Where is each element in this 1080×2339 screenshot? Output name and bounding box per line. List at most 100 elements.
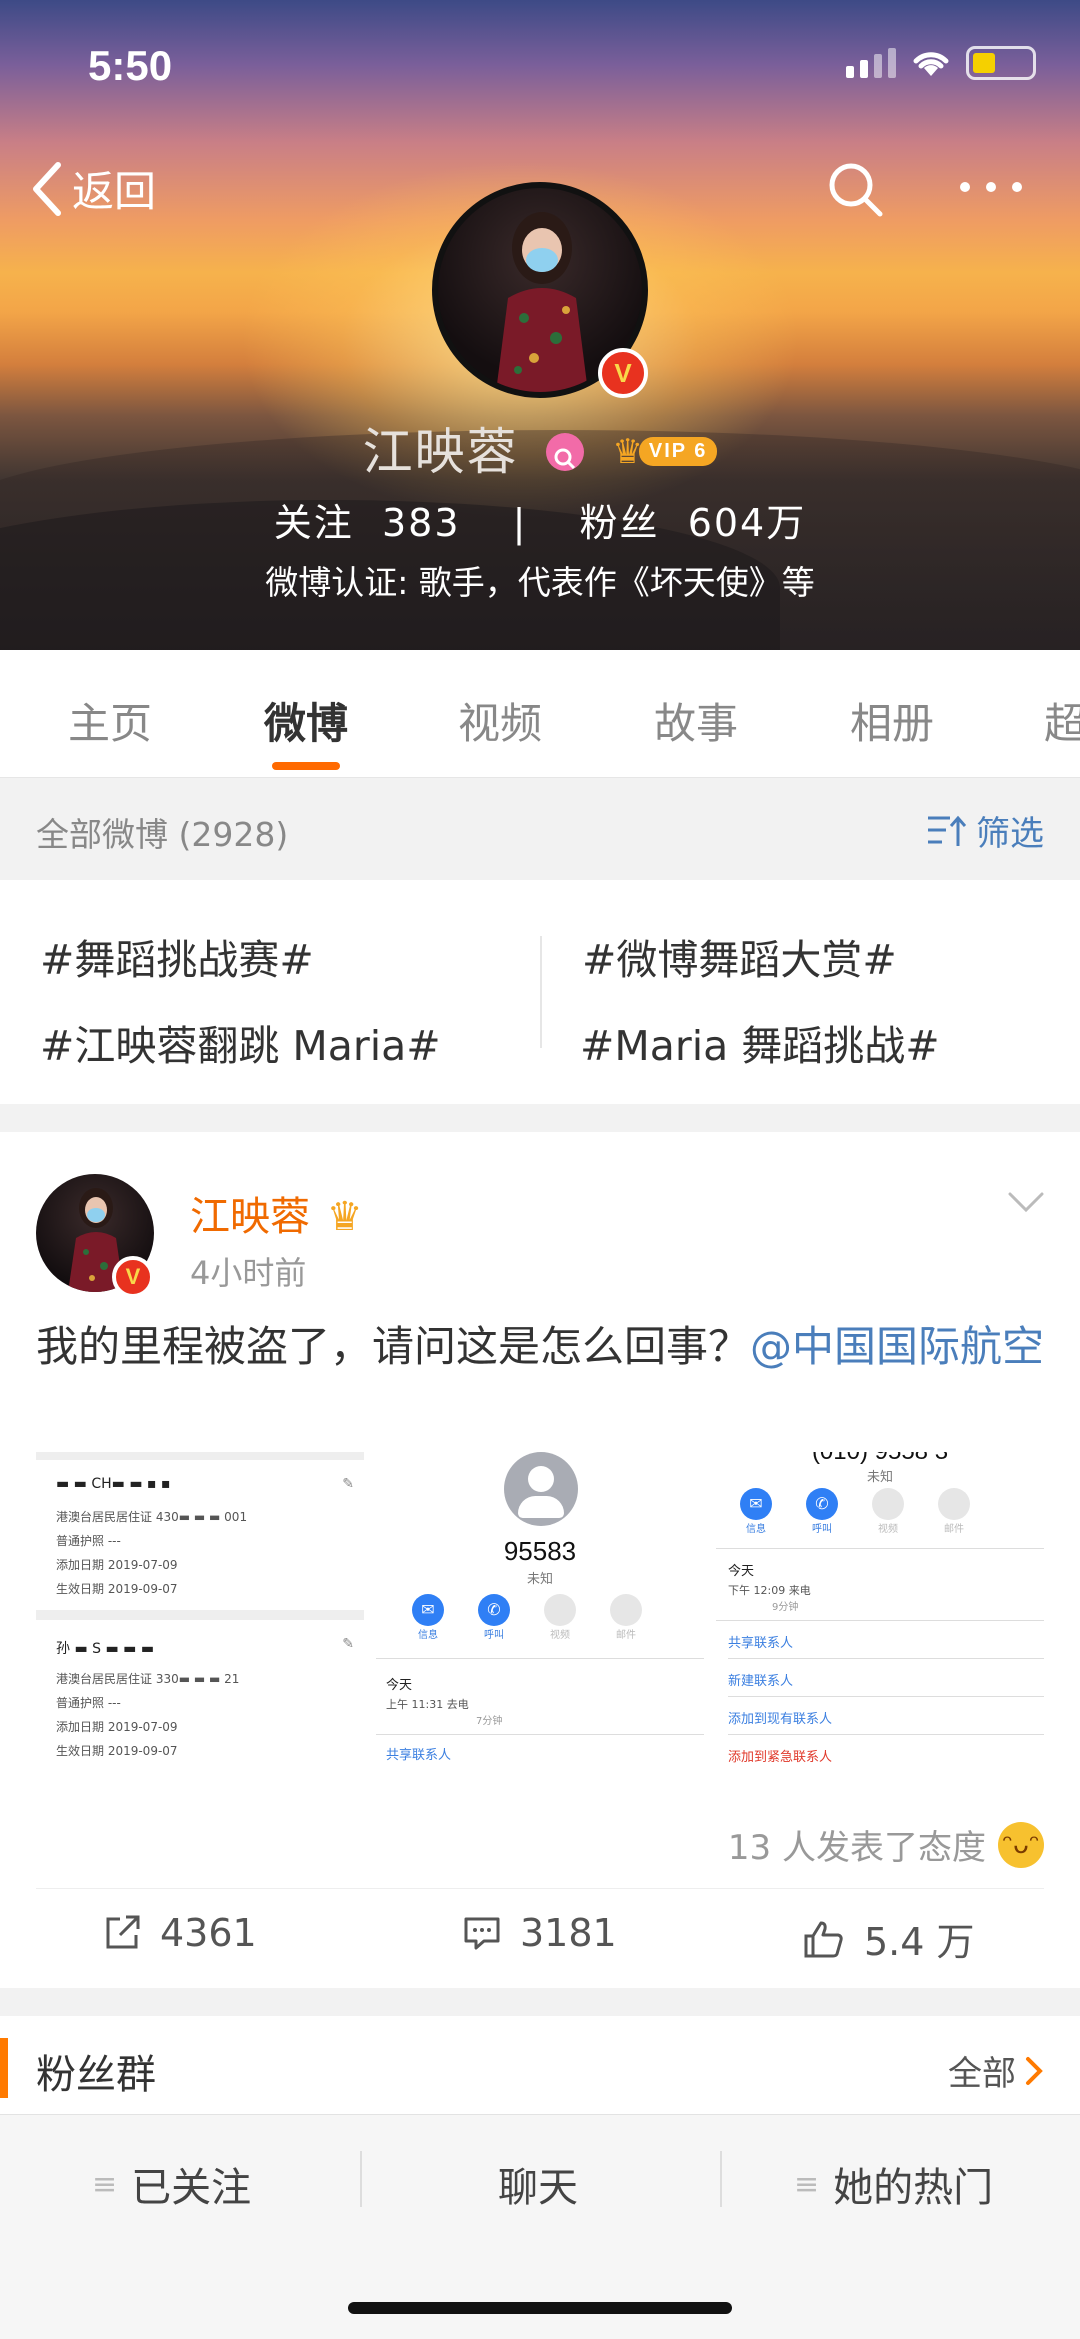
edit-icon: ✎	[342, 1636, 354, 1652]
her-hot-button[interactable]: ≡ 她的热门	[794, 2155, 993, 2213]
all-label: 全部	[948, 2054, 1016, 2094]
section-accent-bar	[0, 2038, 8, 2098]
fans-group-section: 粉丝群 全部	[0, 2016, 1080, 2122]
share-icon	[106, 1915, 140, 1949]
divider	[360, 2151, 362, 2207]
chevron-down-icon[interactable]	[1006, 1190, 1046, 1214]
tab-story[interactable]: 故事	[654, 690, 738, 751]
tab-weibo[interactable]: 微博	[264, 690, 348, 751]
image-text: 添加到现有联系人	[728, 1712, 833, 1727]
image-text: 共享联系人	[386, 1748, 452, 1763]
vip-badge: ♛ VIP 6	[612, 432, 718, 472]
image-text: 未知	[866, 1470, 893, 1485]
tab-album[interactable]: 相册	[850, 690, 934, 751]
following-label: 关注	[273, 501, 354, 545]
post-actions: 4361 3181 5.4 万	[36, 1888, 1044, 1988]
fans-stat[interactable]: 粉丝 604万	[580, 501, 807, 545]
image-text: 9分钟	[772, 1602, 799, 1613]
profile-name-row: 江映蓉 ♛ VIP 6	[0, 412, 1080, 484]
chat-label: 聊天	[498, 2165, 578, 2211]
profile-name: 江映蓉	[362, 423, 519, 481]
search-icon[interactable]	[826, 160, 886, 220]
post-author-name: 江映蓉	[190, 1194, 310, 1240]
comment-button[interactable]: 3181	[462, 1911, 617, 1955]
profile-stats: 关注 383 | 粉丝 604万	[0, 492, 1080, 547]
follow-button[interactable]: ≡ 已关注	[92, 2155, 251, 2213]
verification-text: 微博认证: 歌手，代表作《坏天使》等	[265, 563, 815, 602]
fans-group-title: 粉丝群	[36, 2052, 156, 2098]
repost-button[interactable]: 4361	[102, 1911, 257, 1955]
topic-item[interactable]: #舞蹈挑战赛#	[40, 926, 314, 986]
crown-icon: ♛	[326, 1194, 363, 1240]
image-text: 未知	[526, 1572, 553, 1587]
divider	[720, 2151, 722, 2207]
image-text: 普通护照 ---	[56, 1696, 121, 1710]
image-text: 添加日期 2019-07-09	[56, 1720, 178, 1734]
profile-header: 5:50 返回 V 江映蓉 ♛ VIP 6 关注 383 | 粉丝 604万 微…	[0, 0, 1080, 650]
female-icon	[546, 432, 585, 471]
back-button[interactable]: 返回	[30, 158, 156, 219]
repost-count: 4361	[160, 1911, 257, 1955]
active-tab-indicator	[272, 762, 340, 770]
image-text: 生效日期 2019-09-07	[56, 1744, 178, 1758]
post-body: 我的里程被盗了，请问这是怎么回事？	[36, 1322, 751, 1371]
comment-icon	[464, 1917, 500, 1950]
mention-link[interactable]: @中国国际航空	[750, 1322, 1044, 1371]
message-icon: ✉	[412, 1594, 444, 1626]
post-count: 全部微博 (2928)	[36, 815, 289, 854]
image-text: 添加日期 2019-07-09	[56, 1558, 178, 1572]
image-text: ▬ ▬ CH▬ ▬ ▪ ▪	[56, 1476, 171, 1492]
image-text: 新建联系人	[728, 1674, 794, 1689]
verified-badge-icon: V	[598, 348, 648, 398]
like-count: 5.4 万	[864, 1920, 975, 1964]
like-button[interactable]: 5.4 万	[802, 1911, 975, 1966]
image-text: 呼叫	[484, 1630, 504, 1641]
vip-level: VIP 6	[638, 437, 718, 466]
topic-item[interactable]: #Maria 舞蹈挑战#	[580, 1012, 940, 1072]
mail-icon	[938, 1488, 970, 1520]
menu-lines-icon: ≡	[794, 2166, 820, 2202]
filter-button[interactable]: 筛选	[926, 806, 1044, 855]
tab-super-topic[interactable]: 超	[1044, 690, 1080, 751]
chat-button[interactable]: 聊天	[498, 2155, 578, 2213]
following-count: 383	[381, 501, 461, 545]
more-icon[interactable]	[960, 182, 1022, 192]
image-text: 7分钟	[476, 1716, 503, 1727]
status-time: 5:50	[88, 42, 173, 89]
topic-divider	[540, 936, 542, 1048]
filter-icon	[928, 815, 966, 846]
fans-group-all-link[interactable]: 全部	[948, 2046, 1044, 2095]
image-text: 港澳台居民居住证 330▬ ▬ ▬ 21	[56, 1672, 240, 1686]
tab-video[interactable]: 视频	[458, 690, 542, 751]
battery-icon	[966, 46, 1036, 80]
post-image-3[interactable]: (010) 9558 3 未知 ✉ 信息 ✆ 呼叫 视频 邮件 今天 下午 12:0…	[716, 1452, 1044, 1782]
comment-count: 3181	[520, 1911, 617, 1955]
post-author[interactable]: 江映蓉 ♛	[190, 1184, 363, 1242]
home-indicator	[348, 2302, 732, 2314]
back-label: 返回	[72, 167, 157, 216]
laughing-emoji-icon: ᵔᴗᵔ	[998, 1821, 1044, 1868]
image-text: 今天	[728, 1564, 755, 1579]
her-hot-label: 她的热门	[833, 2165, 994, 2211]
reactions-summary[interactable]: 13 人发表了态度 ᵔᴗᵔ	[728, 1820, 1044, 1869]
following-stat[interactable]: 关注 383	[274, 501, 461, 545]
post-text: 我的里程被盗了，请问这是怎么回事？@中国国际航空	[36, 1316, 1046, 1378]
image-text: 上午 11:31 去电	[386, 1698, 469, 1711]
thumbs-up-icon	[804, 1921, 843, 1957]
post-image-1[interactable]: ▬ ▬ CH▬ ▬ ▪ ▪ ✎ 港澳台居民居住证 430▬ ▬ ▬ 001 普通…	[36, 1452, 364, 1782]
video-icon	[872, 1488, 904, 1520]
tab-home[interactable]: 主页	[68, 690, 152, 751]
edit-icon: ✎	[342, 1476, 354, 1492]
post-time: 4小时前	[190, 1254, 307, 1292]
phone-icon: ✆	[806, 1488, 838, 1520]
image-text: 港澳台居民居住证 430▬ ▬ ▬ 001	[56, 1510, 248, 1524]
post-image-2[interactable]: 95583 未知 ✉ 信息 ✆ 呼叫 视频 邮件 今天 上午 11:31 去电 7分…	[376, 1452, 704, 1782]
topic-item[interactable]: #微博舞蹈大赏#	[582, 926, 897, 986]
image-text: 视频	[550, 1630, 570, 1641]
image-text: 邮件	[616, 1630, 636, 1641]
signal-icon	[846, 48, 896, 78]
topic-item[interactable]: #江映蓉翻跳 Maria#	[40, 1012, 441, 1072]
image-text: 普通护照 ---	[56, 1534, 121, 1548]
fans-label: 粉丝	[579, 501, 660, 545]
video-icon	[544, 1594, 576, 1626]
